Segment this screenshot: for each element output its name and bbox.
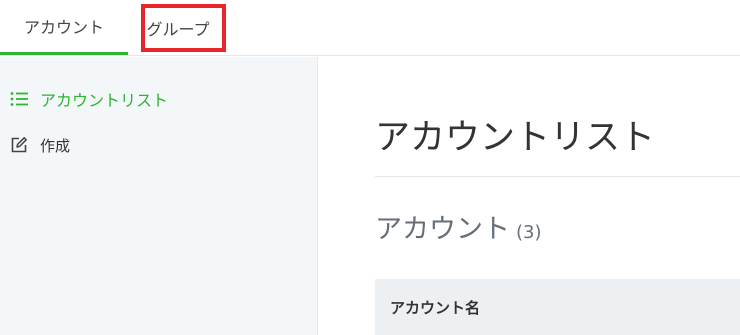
edit-icon bbox=[8, 134, 30, 156]
top-tab-bar: アカウント グループ bbox=[0, 0, 740, 56]
section-title: アカウント (3) bbox=[375, 207, 542, 246]
section-count: (3) bbox=[516, 222, 542, 243]
page-title: アカウントリスト bbox=[375, 118, 656, 158]
main-content: アカウントリスト アカウント (3) アカウント名 bbox=[318, 57, 740, 335]
sidebar-item-label: 作成 bbox=[40, 136, 71, 155]
sidebar-item-account-list[interactable]: アカウントリスト bbox=[8, 87, 168, 111]
sidebar-item-label: アカウントリスト bbox=[40, 91, 169, 110]
section-title-label: アカウント bbox=[375, 214, 510, 245]
column-header-account-name[interactable]: アカウント名 bbox=[375, 297, 480, 318]
sidebar-item-create[interactable]: 作成 bbox=[8, 133, 70, 157]
sidebar: アカウントリスト 作成 bbox=[0, 57, 318, 335]
tab-account-label: アカウント bbox=[23, 18, 104, 37]
tab-account[interactable]: アカウント bbox=[0, 0, 128, 55]
title-divider bbox=[375, 176, 740, 177]
table-header-row: アカウント名 bbox=[375, 279, 740, 335]
app-root: アカウント グループ アカウントリスト 作成 アカウントリスト アカウント (3… bbox=[0, 0, 740, 335]
highlight-annotation-box bbox=[141, 4, 226, 52]
list-icon bbox=[8, 88, 30, 110]
